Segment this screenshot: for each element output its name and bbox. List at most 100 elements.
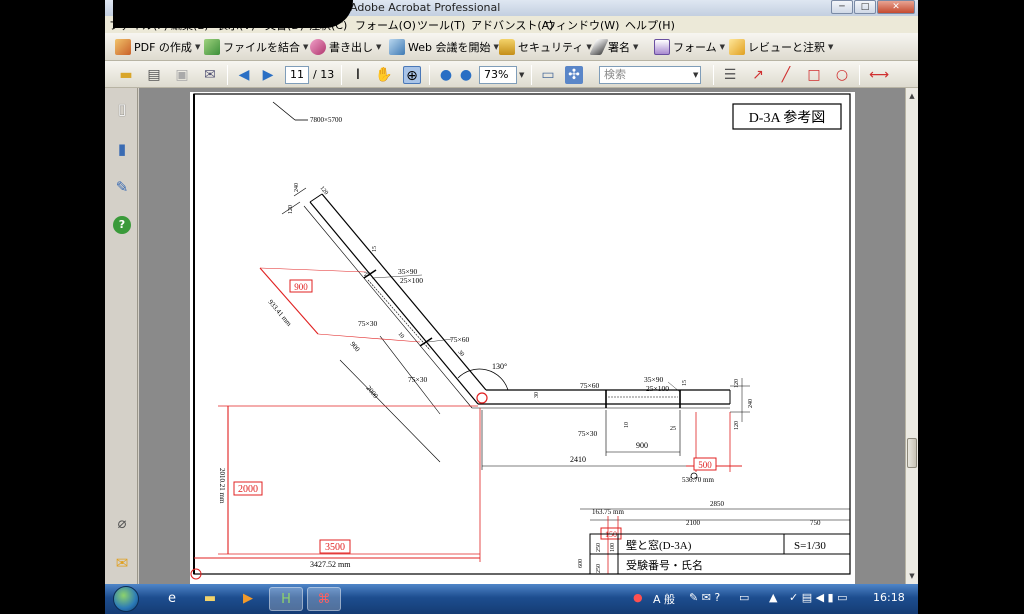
- acrobat-taskbar-icon[interactable]: ⌘: [307, 587, 341, 611]
- dim-120b: 120: [288, 205, 294, 214]
- dim-3427: 3427.52 mm: [310, 560, 351, 569]
- minimize-button[interactable]: ─: [831, 0, 853, 14]
- security-button[interactable]: セキュリティ ▼: [499, 38, 592, 56]
- comments-icon[interactable]: ✉: [113, 554, 131, 572]
- zoom-level-input[interactable]: 73%: [479, 66, 517, 84]
- oval-tool-icon[interactable]: ○: [833, 66, 851, 84]
- chevron-down-icon: ▼: [376, 43, 382, 51]
- dim-536: 536.70 mm: [682, 476, 714, 484]
- clock[interactable]: 16:18: [873, 591, 905, 604]
- chevron-down-icon: ▼: [828, 43, 834, 51]
- dim-10: 10: [396, 331, 404, 339]
- next-page-icon[interactable]: ▶: [259, 66, 277, 84]
- create-pdf-button[interactable]: PDF の作成 ▼: [115, 38, 200, 56]
- chevron-down-icon: ▼: [303, 43, 309, 51]
- hand-tool-icon[interactable]: ✋: [375, 66, 393, 84]
- scroll-up-icon[interactable]: ▲: [906, 90, 918, 102]
- document-area[interactable]: D-3A 参考図 7800×5700 130° 900 933.41 mm 20…: [139, 88, 905, 584]
- menu-item-9[interactable]: ヘルプ(H): [625, 17, 675, 33]
- window-title: Adobe Acrobat Professional: [350, 1, 501, 14]
- combine-files-button[interactable]: ファイルを結合 ▼: [204, 38, 308, 56]
- signatures-icon[interactable]: ✎: [113, 178, 131, 196]
- dim-25: 25: [364, 272, 370, 278]
- save-icon[interactable]: ▣: [173, 66, 191, 84]
- dim-900-bottom: 900: [636, 441, 648, 450]
- dim-120c: 120: [734, 379, 740, 388]
- start-meeting-button[interactable]: Web 会議を開始 ▼: [389, 38, 499, 56]
- menu-item-8[interactable]: ウィンドウ(W): [545, 17, 619, 33]
- zoom-out-icon[interactable]: ●: [437, 66, 455, 84]
- page-number-input[interactable]: 11: [285, 66, 309, 84]
- meeting-icon: [389, 39, 405, 55]
- show-hidden-icons[interactable]: ▲: [769, 591, 777, 604]
- line-tool-icon[interactable]: ╱: [777, 66, 795, 84]
- start-button[interactable]: [113, 586, 139, 612]
- comment-list-icon[interactable]: ☰: [721, 66, 739, 84]
- app-icon[interactable]: H: [269, 587, 303, 611]
- notification-icon[interactable]: ●: [633, 591, 643, 604]
- scroll-thumb[interactable]: [907, 438, 917, 468]
- dimension-tool-icon[interactable]: ⟷: [869, 66, 889, 84]
- acrobat-window: Adobe Acrobat Professional ─ □ ✕ ファイル(F)…: [105, 0, 918, 584]
- maximize-button[interactable]: □: [854, 0, 876, 14]
- vertical-scrollbar[interactable]: ▲ ▼: [905, 88, 918, 584]
- label-75x30-a: 75×30: [358, 319, 377, 328]
- pen-icon: [589, 39, 609, 55]
- email-icon[interactable]: ✉: [201, 66, 219, 84]
- dim-15b: 15: [682, 380, 688, 386]
- dim-240b: 240: [748, 399, 754, 408]
- label-75x30-c: 75×30: [578, 429, 597, 438]
- rectangle-tool-icon[interactable]: □: [805, 66, 823, 84]
- full-screen-icon[interactable]: ✣: [565, 66, 583, 84]
- chevron-down-icon[interactable]: ▼: [693, 71, 698, 79]
- dim-500: 500: [698, 460, 712, 470]
- help-icon[interactable]: ?: [113, 216, 131, 234]
- review-comment-label: レビューと注釈: [748, 41, 825, 54]
- chevron-down-icon[interactable]: ▼: [519, 71, 524, 79]
- attachments-icon[interactable]: ⌀: [113, 514, 131, 532]
- sign-label: 署名: [608, 41, 630, 54]
- screen: Adobe Acrobat Professional ─ □ ✕ ファイル(F)…: [0, 0, 1024, 614]
- chevron-down-icon: ▼: [633, 43, 639, 51]
- zoom-in-icon[interactable]: ●: [457, 66, 475, 84]
- dim-15: 15: [372, 246, 378, 252]
- dim-3500: 3500: [325, 542, 345, 553]
- review-comment-button[interactable]: レビューと注釈 ▼: [729, 38, 833, 56]
- print-icon[interactable]: ▤: [145, 66, 163, 84]
- tray-icons[interactable]: ✓ ▤ ◀ ▮ ▭: [789, 591, 848, 604]
- open-folder-icon[interactable]: ▬: [117, 66, 135, 84]
- menu-item-7[interactable]: アドバンスト(A): [471, 17, 553, 33]
- explorer-icon[interactable]: ▬: [193, 587, 227, 611]
- dim-600: 600: [578, 559, 584, 568]
- fit-page-icon[interactable]: ▭: [539, 66, 557, 84]
- search-input[interactable]: 検索: [599, 66, 701, 84]
- lock-icon: [499, 39, 515, 55]
- bookmarks-icon[interactable]: ▮: [113, 140, 131, 158]
- zoom-tool-icon[interactable]: ⊕: [403, 66, 421, 84]
- dim-2000: 2000: [238, 484, 258, 495]
- internet-explorer-icon[interactable]: e: [155, 587, 189, 611]
- create-pdf-label: PDF の作成: [134, 41, 192, 54]
- close-button[interactable]: ✕: [877, 0, 915, 14]
- sign-button[interactable]: 署名 ▼: [589, 38, 639, 56]
- media-player-icon[interactable]: ▶: [231, 587, 265, 611]
- dim-120d: 120: [734, 421, 740, 430]
- menu-item-5[interactable]: フォーム(O): [355, 17, 416, 33]
- dim-2410: 2410: [570, 455, 586, 464]
- label-35x90-b: 35×90: [644, 375, 663, 384]
- select-text-icon[interactable]: I: [349, 66, 367, 84]
- ime-tools-icon[interactable]: ✎ ✉ ?: [689, 591, 720, 604]
- arrow-tool-icon[interactable]: ↗: [749, 66, 767, 84]
- page-total: / 13: [313, 68, 335, 81]
- menu-item-6[interactable]: ツール(T): [417, 17, 465, 33]
- form-button[interactable]: フォーム ▼: [654, 38, 725, 56]
- ime-indicator[interactable]: A 般: [653, 591, 675, 607]
- export-button[interactable]: 書き出し ▼: [310, 38, 381, 56]
- pages-icon[interactable]: ▯: [113, 100, 131, 118]
- pdf-page: D-3A 参考図 7800×5700 130° 900 933.41 mm 20…: [190, 92, 855, 584]
- scroll-down-icon[interactable]: ▼: [906, 570, 918, 582]
- dim-25b: 25: [670, 426, 676, 432]
- dim-2850: 2850: [710, 500, 725, 508]
- previous-page-icon[interactable]: ◀: [235, 66, 253, 84]
- keyboard-icon[interactable]: ▭: [739, 591, 749, 604]
